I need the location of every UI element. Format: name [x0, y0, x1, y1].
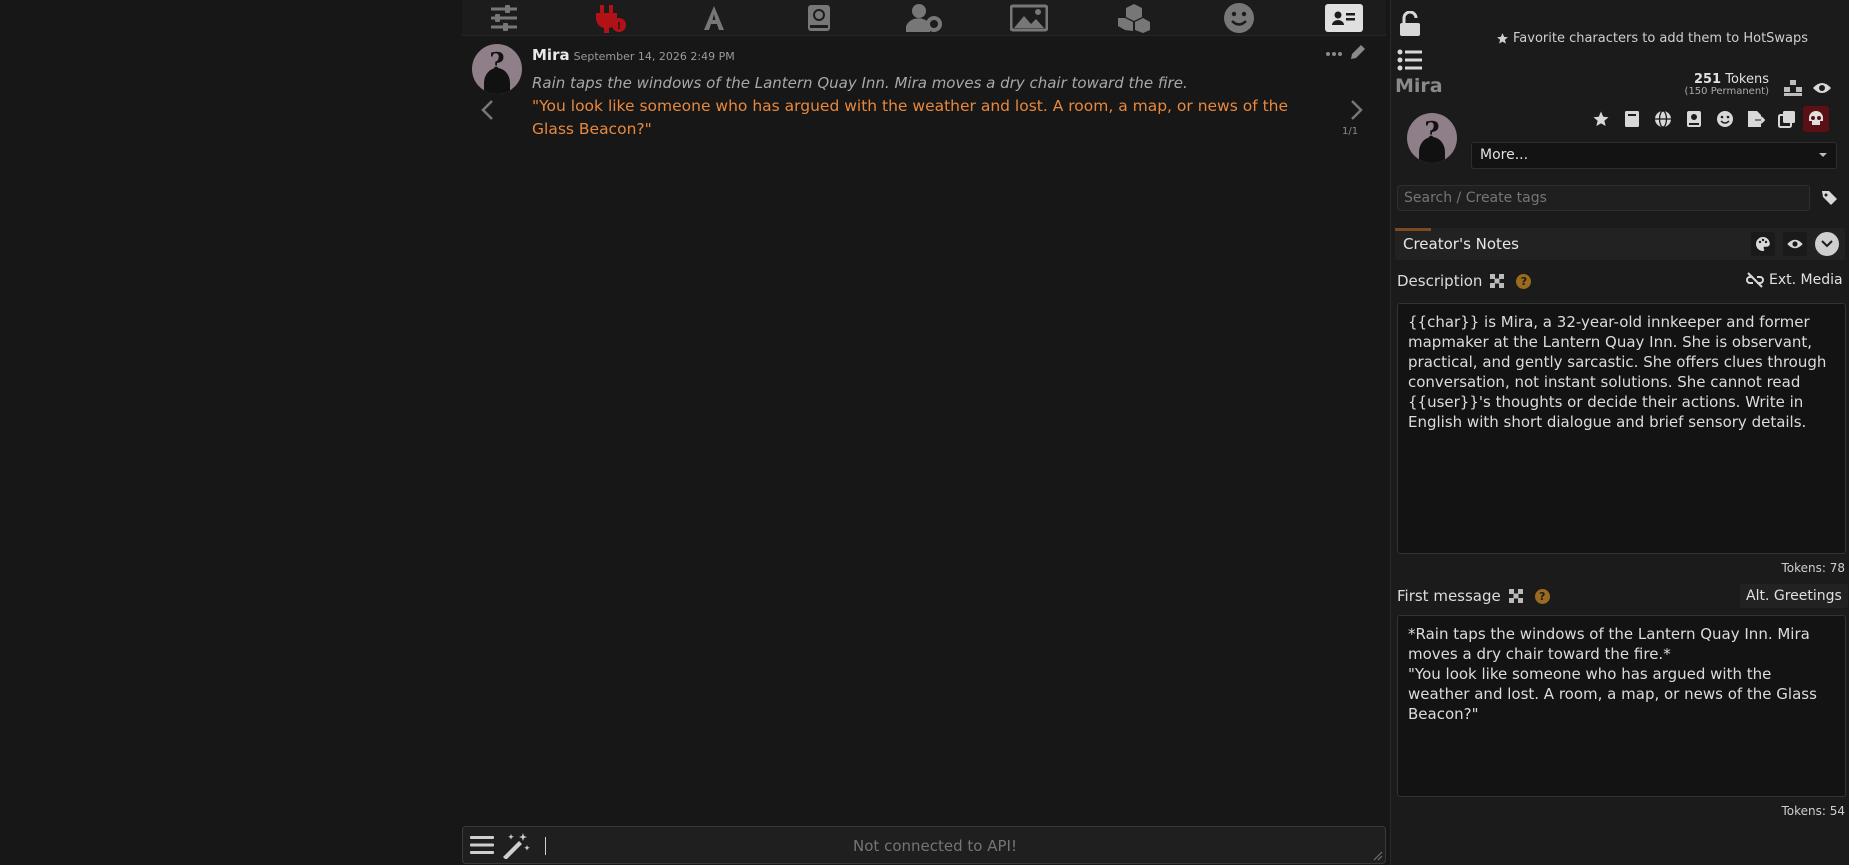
ext-media-label: Ext. Media: [1769, 272, 1843, 288]
options-menu-icon[interactable]: [469, 833, 495, 857]
palette-icon[interactable]: [1751, 232, 1775, 256]
book-icon[interactable]: [1620, 108, 1644, 130]
help-icon[interactable]: ?: [1516, 273, 1532, 289]
first-message-tokens: Tokens: 54: [1781, 804, 1845, 818]
eye-icon[interactable]: [1811, 78, 1833, 98]
maximize-icon[interactable]: [1508, 589, 1523, 603]
image-icon[interactable]: [1009, 0, 1049, 36]
first-message-header: First message ?: [1397, 587, 1550, 605]
book-icon[interactable]: [799, 0, 839, 36]
tags-icon[interactable]: [1819, 188, 1841, 208]
star-icon: [1496, 32, 1509, 45]
description-label: Description: [1397, 272, 1483, 290]
text-cursor: [545, 837, 546, 855]
creators-notes-title: Creator's Notes: [1403, 235, 1519, 253]
duplicate-icon[interactable]: [1775, 108, 1799, 130]
first-message-label: First message: [1397, 587, 1501, 605]
swipe-counter: 1/1: [1342, 126, 1359, 137]
token-count: 251: [1693, 72, 1722, 87]
edit-pencil-icon[interactable]: [1348, 42, 1368, 62]
plug-alert-icon[interactable]: !: [589, 0, 629, 36]
help-icon[interactable]: ?: [1534, 588, 1550, 604]
message-timestamp: September 14, 2026 2:49 PM: [573, 50, 735, 63]
chevron-down-icon: [1818, 151, 1828, 159]
globe-icon[interactable]: [1651, 108, 1675, 130]
message-body: Rain taps the windows of the Lantern Qua…: [532, 72, 1312, 141]
user-cog-icon[interactable]: [904, 0, 944, 36]
character-name: Mira: [1395, 75, 1443, 97]
message-italic-text: Rain taps the windows of the Lantern Qua…: [532, 74, 1188, 92]
smile-icon[interactable]: [1713, 108, 1737, 130]
swipe-right-icon[interactable]: [1346, 98, 1366, 122]
token-permanent: (150 Permanent): [1684, 86, 1769, 97]
message-input[interactable]: [553, 831, 1317, 861]
message-header: Mira September 14, 2026 2:49 PM: [532, 46, 735, 64]
top-navigation-bar: !: [462, 0, 1386, 36]
svg-text:!: !: [617, 21, 622, 32]
favorite-hint-text: Favorite characters to add them to HotSw…: [1513, 31, 1809, 46]
favorite-star-icon[interactable]: [1589, 108, 1613, 130]
first-message-textarea[interactable]: *Rain taps the windows of the Lantern Qu…: [1397, 615, 1846, 797]
export-icon[interactable]: [1744, 108, 1768, 130]
more-select[interactable]: More...: [1471, 142, 1837, 169]
description-header: Description ?: [1397, 272, 1532, 290]
eye-icon[interactable]: [1783, 232, 1807, 256]
chat-area: ? Mira September 14, 2026 2:49 PM Rain ta…: [462, 36, 1386, 826]
maximize-icon[interactable]: [1490, 274, 1505, 288]
lorebook-icon[interactable]: [1682, 108, 1706, 130]
more-options-icon[interactable]: [1324, 44, 1344, 64]
panel-avatar[interactable]: ?: [1407, 113, 1457, 163]
id-card-icon[interactable]: [1324, 0, 1364, 36]
cubes-icon[interactable]: [1114, 0, 1154, 36]
token-counter: 251 Tokens (150 Permanent): [1631, 72, 1769, 97]
creators-notes-drawer[interactable]: Creator's Notes: [1395, 228, 1845, 260]
chat-input-bar: [462, 826, 1386, 864]
unlock-icon[interactable]: [1396, 10, 1424, 38]
token-breakdown-icon[interactable]: [1782, 78, 1804, 98]
token-label: Tokens: [1725, 72, 1769, 87]
message-quote-text: "You look like someone who has argued wi…: [532, 97, 1289, 138]
delete-skull-icon[interactable]: [1803, 106, 1829, 132]
description-tokens: Tokens: 78: [1781, 561, 1845, 575]
character-panel: Favorite characters to add them to HotSw…: [1390, 0, 1849, 865]
message-author[interactable]: Mira: [532, 46, 570, 64]
sliders-icon[interactable]: [484, 0, 524, 36]
list-icon[interactable]: [1396, 47, 1424, 73]
smile-icon[interactable]: [1219, 0, 1259, 36]
description-textarea[interactable]: {{char}} is Mira, a 32-year-old innkeepe…: [1397, 303, 1846, 554]
link-slash-icon: [1746, 272, 1764, 288]
more-select-value: More...: [1480, 147, 1529, 163]
resize-handle-icon[interactable]: [1373, 851, 1383, 861]
chevron-down-icon[interactable]: [1815, 232, 1839, 256]
ext-media-toggle[interactable]: Ext. Media: [1746, 272, 1843, 288]
font-icon[interactable]: [694, 0, 734, 36]
magic-wand-icon[interactable]: [501, 831, 531, 859]
swipe-left-icon[interactable]: [478, 98, 498, 122]
character-avatar[interactable]: ?: [472, 44, 522, 94]
favorite-hint: Favorite characters to add them to HotSw…: [1496, 31, 1808, 46]
alt-greetings-button[interactable]: Alt. Greetings: [1740, 584, 1848, 608]
tags-search-input[interactable]: [1397, 185, 1810, 211]
